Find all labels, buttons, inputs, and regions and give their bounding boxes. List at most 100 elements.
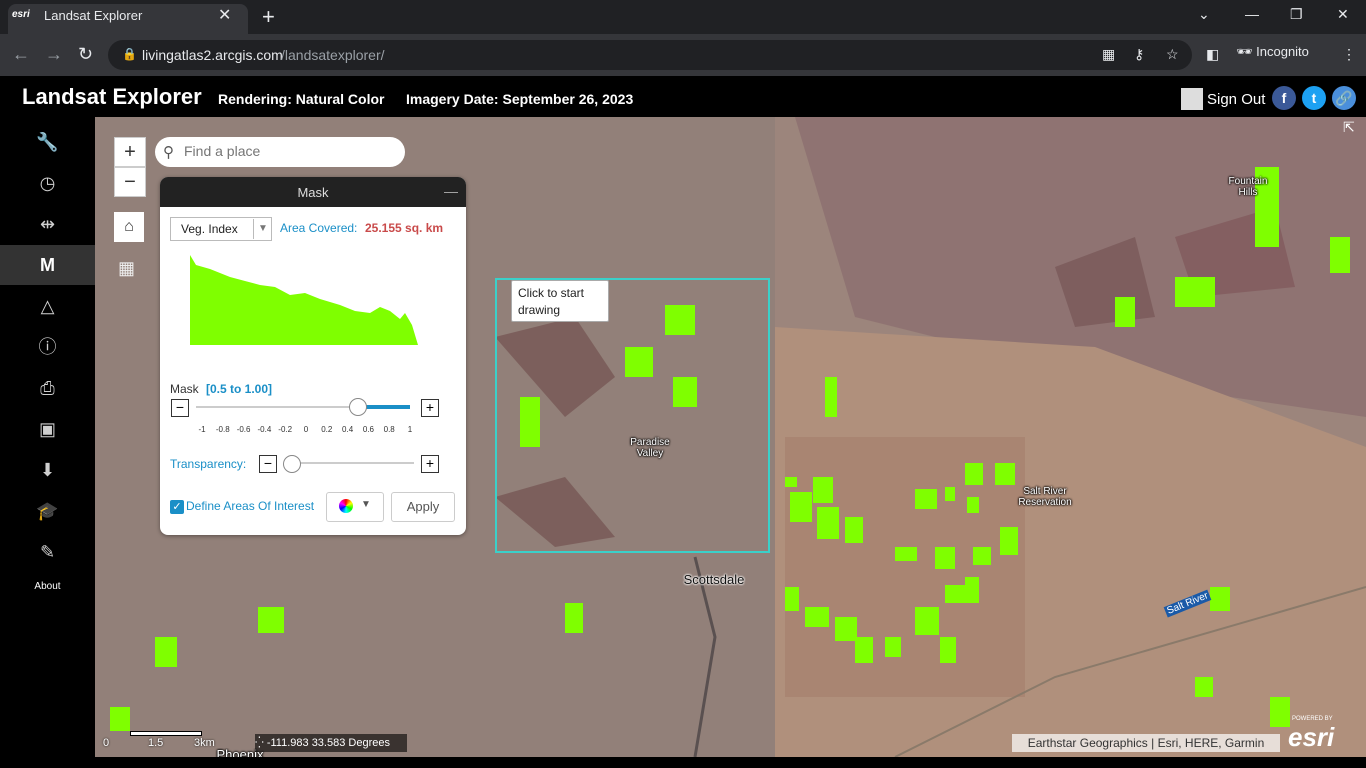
menu-icon[interactable]: ⋮ — [1342, 46, 1356, 63]
expand-icon[interactable]: ⇱ — [1343, 119, 1355, 136]
index-select[interactable]: Veg. Index ▼ — [170, 217, 272, 241]
draw-tooltip: Click to start drawing — [511, 280, 609, 322]
mask-tick-label: 0.6 — [362, 425, 374, 434]
tab-title: Landsat Explorer — [44, 8, 143, 23]
key-icon[interactable]: ⚷ — [1134, 46, 1144, 63]
incognito-label: Incognito — [1256, 44, 1309, 59]
side-panel-icon[interactable]: ◧ — [1206, 46, 1219, 63]
window-close-icon[interactable]: ✕ — [1337, 6, 1349, 23]
area-covered-value: 25.155 sq. km — [365, 221, 444, 235]
mask-panel: Mask — Veg. Index ▼ Area Covered: 25.155… — [160, 177, 466, 535]
change-detection-icon[interactable]: △ — [0, 286, 95, 326]
minimize-icon[interactable]: — — [1245, 6, 1259, 22]
label-salt-river-reservation: Salt River Reservation — [1018, 486, 1072, 508]
twitter-icon[interactable]: t — [1302, 86, 1326, 110]
export-icon[interactable]: ⎙ — [0, 368, 95, 408]
about-link[interactable]: About — [0, 581, 95, 592]
label-fountain-hills: Fountain Hills — [1228, 176, 1268, 198]
save-icon[interactable]: ▣ — [0, 409, 95, 449]
mask-tick-label: -0.8 — [215, 425, 230, 434]
back-icon[interactable]: ← — [12, 44, 30, 65]
link-icon[interactable]: 🔗 — [1332, 86, 1356, 110]
scale-tick-2: 3km — [194, 737, 215, 749]
map-attribution: Earthstar Geographics | Esri, HERE, Garm… — [1012, 734, 1280, 752]
rendering-label: Rendering: Natural Color — [218, 91, 385, 107]
user-avatar — [1181, 88, 1203, 110]
mask-tick-label: 0 — [303, 425, 309, 434]
color-picker-button[interactable]: ▼ — [326, 492, 384, 522]
coordinate-value: -111.983 33.583 Degrees — [266, 737, 390, 749]
zoom-in-button[interactable]: + — [114, 137, 146, 167]
transparency-increase-button[interactable]: + — [421, 455, 439, 473]
window-bottom-bar — [0, 757, 1366, 768]
esri-favicon-icon: esri — [12, 9, 30, 20]
index-select-value: Veg. Index — [181, 222, 238, 236]
coordinate-readout: ⁛ -111.983 33.583 Degrees — [255, 734, 407, 752]
mask-tick-label: 0.8 — [383, 425, 395, 434]
url-path: /landsatexplorer/ — [281, 47, 385, 63]
transparency-slider-track[interactable] — [284, 462, 414, 464]
incognito-icon: 🕶 — [1236, 44, 1253, 59]
mask-slider-handle[interactable] — [348, 398, 367, 416]
sign-out-link[interactable]: Sign Out — [1207, 91, 1265, 108]
wrench-icon[interactable]: 🔧 — [0, 122, 95, 162]
grid-toggle-icon[interactable]: ▦ — [118, 258, 135, 279]
lock-icon[interactable]: 🔒 — [122, 47, 137, 61]
tab-close-icon[interactable]: ✕ — [218, 5, 231, 25]
bookmark-star-icon[interactable]: ☆ — [1166, 46, 1179, 63]
crosshair-icon: ⁛ — [255, 737, 264, 749]
url-host: livingatlas2.arcgis.com — [142, 47, 283, 63]
info-icon[interactable]: ⓘ — [0, 327, 95, 367]
download-icon[interactable]: ⬇ — [0, 450, 95, 490]
apply-button[interactable]: Apply — [391, 492, 455, 522]
app-header — [0, 76, 1366, 117]
define-aoi-label[interactable]: Define Areas Of Interest — [186, 499, 314, 513]
education-icon[interactable]: 🎓 — [0, 491, 95, 531]
zoom-out-button[interactable]: − — [114, 167, 146, 197]
mask-tick-label: -0.2 — [278, 425, 293, 434]
mask-decrease-button[interactable]: − — [171, 399, 189, 417]
reload-icon[interactable]: ↻ — [78, 44, 93, 65]
histogram-area — [190, 255, 418, 345]
mask-range-value: [0.5 to 1.00] — [206, 382, 273, 396]
transparency-decrease-button[interactable]: − — [259, 455, 277, 473]
transparency-label: Transparency: — [170, 457, 247, 471]
story-icon[interactable]: ✎ — [0, 532, 95, 572]
facebook-icon[interactable]: f — [1272, 86, 1296, 110]
new-tab-icon[interactable]: + — [262, 4, 275, 30]
imagery-date-label: Imagery Date: September 26, 2023 — [406, 91, 634, 107]
area-covered-label: Area Covered: — [280, 221, 358, 235]
mask-tick-label: -1 — [198, 425, 206, 434]
scale-tick-0: 0 — [103, 737, 110, 749]
mask-label: Mask — [170, 382, 199, 396]
incognito-badge[interactable]: 🕶 Incognito — [1236, 44, 1309, 60]
label-scottsdale: Scottsdale — [683, 572, 745, 587]
scale-labels: 0 1.5 3km — [103, 737, 215, 749]
transparency-slider-handle[interactable] — [283, 455, 301, 473]
esri-logo: esri — [1288, 722, 1335, 752]
mask-tick-label: -0.6 — [236, 425, 251, 434]
search-icon[interactable]: ⚲ — [163, 143, 174, 161]
restore-icon[interactable]: ❐ — [1290, 6, 1303, 23]
forward-icon[interactable]: → — [45, 44, 63, 65]
scale-bar — [130, 731, 202, 736]
mask-tick-label: 0.2 — [321, 425, 333, 434]
mask-icon[interactable]: M — [0, 245, 95, 285]
mask-panel-title: Mask — [297, 185, 329, 200]
color-wheel-icon — [339, 499, 353, 513]
qr-code-icon[interactable]: ▦ — [1102, 46, 1115, 63]
chevron-down-icon: ▼ — [253, 219, 272, 239]
mask-tick-label: 0.4 — [342, 425, 354, 434]
home-icon[interactable]: ⌂ — [114, 212, 144, 242]
vegetation-histogram — [190, 255, 418, 345]
define-aoi-checkbox[interactable]: ✓ — [170, 500, 184, 514]
tab-search-icon[interactable]: ⌄ — [1198, 6, 1210, 23]
mask-increase-button[interactable]: + — [421, 399, 439, 417]
minimize-panel-icon[interactable]: — — [444, 183, 458, 199]
app-title: Landsat Explorer — [22, 84, 202, 109]
search-input[interactable] — [184, 143, 384, 159]
label-paradise-valley: Paradise Valley — [630, 437, 670, 459]
clock-icon[interactable]: ◷ — [0, 163, 95, 203]
swipe-icon[interactable]: ⇹ — [0, 204, 95, 244]
mask-tick-label: -0.4 — [257, 425, 272, 434]
